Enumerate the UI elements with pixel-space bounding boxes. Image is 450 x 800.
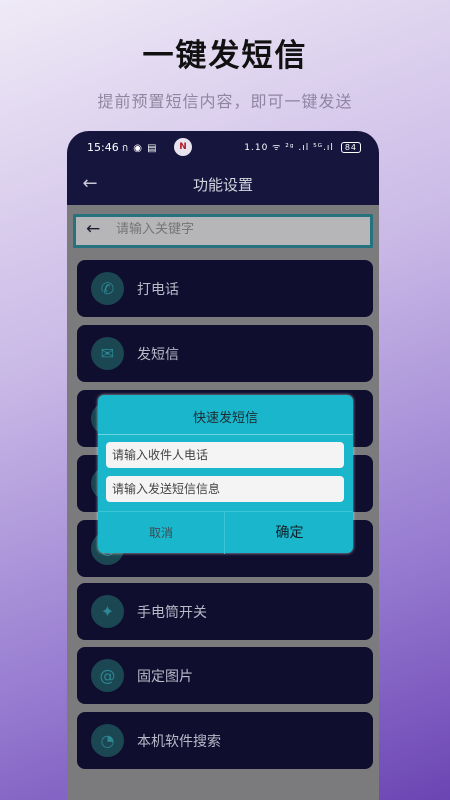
signal-icon: 1.10 ᯤ ²ᵍ .ıl ⁵ᴳ.ıl — [244, 143, 334, 153]
cancel-button[interactable]: 取消 — [98, 512, 225, 554]
status-signal-icons: 1.10 ᯤ ²ᵍ .ıl ⁵ᴳ.ıl 84 — [244, 140, 361, 153]
title-bar: ← 功能设置 — [67, 163, 379, 205]
search-back-icon[interactable]: ← — [86, 219, 100, 239]
list-item-label: 固定图片 — [137, 669, 193, 685]
search-app-icon: ◔ — [91, 724, 124, 757]
quick-sms-dialog: 快速发短信 取消 确定 — [98, 395, 353, 554]
image-icon: @ — [91, 659, 124, 692]
dialog-button-row: 取消 确定 — [98, 511, 353, 554]
app-notification-icon: N — [174, 138, 192, 156]
list-item-app-search[interactable]: ◔ 本机软件搜索 — [77, 712, 373, 769]
list-item-call[interactable]: ✆ 打电话 — [77, 260, 373, 317]
search-bar: ← — [73, 214, 373, 248]
list-item-label: 本机软件搜索 — [137, 734, 221, 750]
promo-title: 一键发短信 — [142, 38, 308, 74]
list-item-label: 打电话 — [137, 282, 179, 298]
status-bar: 15:46 ก ◉ ▤ N 1.10 ᯤ ²ᵍ .ıl ⁵ᴳ.ıl 84 — [67, 131, 379, 163]
battery-icon: 84 — [340, 142, 361, 153]
recipient-phone-input[interactable] — [106, 442, 344, 468]
search-input[interactable] — [116, 222, 356, 237]
status-time: 15:46 — [87, 141, 119, 154]
message-input[interactable] — [106, 476, 344, 502]
message-icon: ✉ — [91, 337, 124, 370]
flashlight-icon: ✦ — [91, 595, 124, 628]
list-item-sms[interactable]: ✉ 发短信 — [77, 325, 373, 382]
divider — [98, 434, 353, 435]
search-box: ← — [76, 217, 370, 245]
promo-subtitle: 提前预置短信内容，即可一键发送 — [97, 92, 353, 111]
dialog-title: 快速发短信 — [192, 411, 258, 426]
phone-icon: ✆ — [91, 272, 124, 305]
list-item-label: 发短信 — [137, 347, 179, 363]
list-item-flashlight[interactable]: ✦ 手电筒开关 — [77, 583, 373, 640]
list-item-fixed-image[interactable]: @ 固定图片 — [77, 647, 373, 704]
confirm-button[interactable]: 确定 — [226, 512, 353, 554]
page-title: 功能设置 — [192, 176, 253, 194]
status-notification-icons: ก ◉ ▤ — [122, 143, 158, 154]
list-item-label: 手电筒开关 — [137, 605, 207, 621]
